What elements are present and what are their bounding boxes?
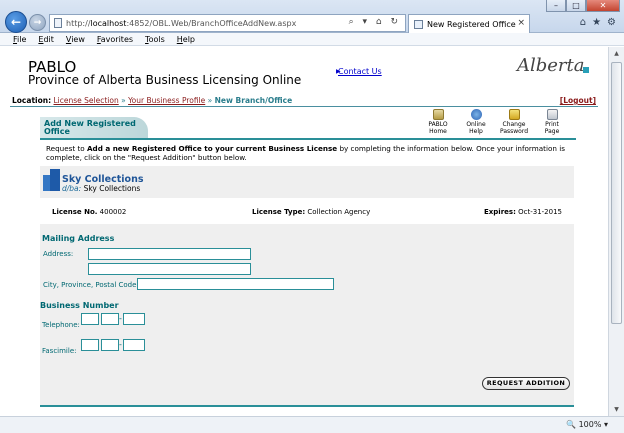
request-addition-button[interactable]: REQUEST ADDITION (482, 377, 570, 390)
vertical-scrollbar[interactable]: ▲ ▼ (608, 47, 624, 416)
tool-label: Page (544, 127, 560, 135)
star-icon[interactable]: ★ (592, 17, 601, 28)
intro-text: Request to Add a new Registered Office t… (46, 144, 576, 162)
scroll-up-icon[interactable]: ▲ (609, 47, 624, 60)
tool-label: Help (469, 127, 483, 135)
intro-bold: Add a new Registered Office to your curr… (86, 144, 338, 153)
crumb-separator: » (121, 96, 126, 105)
city-province-postal-label: City, Province, Postal Code: (43, 281, 139, 289)
form-area: Mailing Address Address: City, Province,… (40, 224, 574, 405)
license-expiry: Expires: Oct-31-2015 (484, 208, 562, 216)
tool-icons: PABLO Home Online Help Change Password P… (424, 109, 566, 135)
fax-line-input[interactable] (123, 339, 145, 351)
telephone-dash: - (119, 314, 122, 323)
telephone-prefix-input[interactable] (101, 313, 119, 325)
back-button[interactable]: ← (5, 11, 27, 33)
print-icon (546, 109, 558, 120)
alberta-logo: Alberta (517, 55, 585, 76)
tool-label: Home (429, 127, 447, 135)
maximize-button[interactable]: □ (566, 0, 586, 12)
home-icon[interactable]: ⌂ (580, 17, 586, 28)
telephone-line-input[interactable] (123, 313, 145, 325)
scroll-down-icon[interactable]: ▼ (609, 403, 624, 416)
telephone-area-input[interactable] (81, 313, 99, 325)
telephone-label: Telephone: (42, 321, 80, 329)
intro-part: Request to (46, 144, 87, 153)
breadcrumb: Location: License Selection » Your Busin… (12, 96, 596, 105)
fax-prefix-input[interactable] (101, 339, 119, 351)
fax-label: Fascimile: (42, 347, 77, 355)
dba-value: Sky Collections (83, 184, 141, 193)
pablo-home-button[interactable]: PABLO Home (424, 109, 452, 135)
city-province-postal-input[interactable] (137, 278, 334, 290)
crumb-license-selection[interactable]: License Selection (53, 96, 118, 105)
company-block: Sky Collections d/ba: Sky Collections (40, 166, 574, 198)
tool-label: Password (500, 127, 529, 135)
online-help-button[interactable]: Online Help (462, 109, 490, 135)
address-label: Address: (43, 250, 74, 258)
address-line2-input[interactable] (88, 263, 251, 275)
license-type: License Type: Collection Agency (252, 208, 371, 216)
window-controls: – □ ✕ (546, 0, 620, 12)
zoom-icon: 🔍 (566, 420, 577, 429)
menu-tools[interactable]: Tools (145, 35, 165, 44)
minimize-button[interactable]: – (546, 0, 566, 12)
address-line1-input[interactable] (88, 248, 251, 260)
license-info: License No. 400002 License Type: Collect… (40, 200, 574, 224)
location-label: Location: (12, 96, 52, 105)
mailing-address-title: Mailing Address (42, 234, 115, 243)
form-bottom-divider (40, 405, 574, 407)
logout-link[interactable]: [Logout] (560, 96, 596, 105)
browser-toolbar-icons: ⌂ ★ ⚙ (580, 17, 616, 28)
change-password-button[interactable]: Change Password (500, 109, 528, 135)
crumb-business-profile[interactable]: Your Business Profile (128, 96, 205, 105)
site-subtitle: Province of Alberta Business Licensing O… (28, 73, 302, 87)
panel-divider (40, 138, 576, 140)
menu-bar: File Edit View Favorites Tools Help (0, 33, 624, 46)
status-bar: 🔍 100% ▾ (0, 416, 624, 433)
menu-view[interactable]: View (66, 35, 85, 44)
contact-us-link[interactable]: Contact Us (338, 67, 382, 76)
tab-close-icon[interactable]: × (517, 18, 525, 28)
help-icon (470, 109, 482, 120)
menu-help[interactable]: Help (177, 35, 195, 44)
tab-page-icon (414, 19, 423, 29)
fax-area-input[interactable] (81, 339, 99, 351)
address-bar[interactable]: http://localhost:4852/OBL.Web/BranchOffi… (49, 14, 406, 32)
dba-label: d/ba: (62, 184, 82, 193)
company-dba: d/ba: Sky Collections (62, 184, 140, 193)
page-viewport: PABLO Province of Alberta Business Licen… (0, 47, 608, 416)
license-number: License No. 400002 (52, 208, 127, 216)
fax-dash: - (119, 340, 122, 349)
menu-edit[interactable]: Edit (38, 35, 54, 44)
forward-arrow-icon: → (33, 17, 42, 28)
address-url: http://localhost:4852/OBL.Web/BranchOffi… (66, 18, 297, 28)
gear-icon[interactable]: ⚙ (607, 17, 616, 28)
panel-title-line2: Office (44, 127, 70, 136)
crumb-separator: » (207, 96, 213, 105)
back-arrow-icon: ← (10, 15, 22, 29)
house-icon (432, 109, 444, 120)
business-number-title: Business Number (40, 301, 119, 310)
key-icon (508, 109, 520, 120)
close-window-button[interactable]: ✕ (586, 0, 620, 12)
menu-favorites[interactable]: Favorites (97, 35, 133, 44)
menu-file[interactable]: File (13, 35, 26, 44)
print-page-button[interactable]: Print Page (538, 109, 566, 135)
browser-tab[interactable]: New Registered Office × (408, 14, 530, 33)
page-icon (54, 18, 62, 28)
scroll-thumb[interactable] (611, 62, 622, 324)
browser-chrome: ← → http://localhost:4852/OBL.Web/Branch… (0, 0, 624, 33)
building-icon (43, 169, 60, 191)
logo-square-icon (583, 67, 589, 73)
tab-title: New Registered Office (427, 19, 516, 29)
address-tools-icons[interactable]: ⌕ ▾ ⌂ ↻ (349, 17, 401, 27)
crumb-current: New Branch/Office (214, 96, 293, 105)
location-divider (10, 106, 598, 107)
forward-button[interactable]: → (29, 14, 46, 31)
zoom-level[interactable]: 🔍 100% ▾ (566, 420, 608, 429)
panel-title: Add New Registered Office (40, 117, 148, 139)
